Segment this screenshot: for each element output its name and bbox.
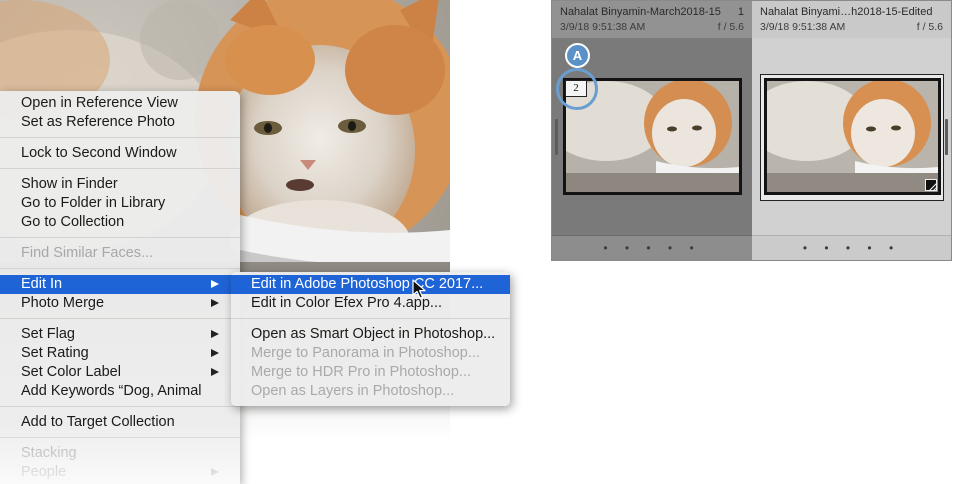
menu-separator xyxy=(0,437,240,438)
chevron-right-icon xyxy=(211,299,219,307)
edited-badge-icon xyxy=(925,179,938,192)
submenu-item-edit-in-color-efex[interactable]: Edit in Color Efex Pro 4.app... xyxy=(231,294,510,313)
menu-item-find-similar-faces: Find Similar Faces... xyxy=(0,244,240,263)
menu-separator xyxy=(0,137,240,138)
menu-item-label: Edit In xyxy=(21,276,63,292)
menu-item-photo-merge[interactable]: Photo Merge xyxy=(0,294,240,313)
menu-item-lock-to-second-window[interactable]: Lock to Second Window xyxy=(0,144,240,163)
menu-item-set-as-reference-photo[interactable]: Set as Reference Photo xyxy=(0,113,240,132)
menu-item-open-in-reference-view[interactable]: Open in Reference View xyxy=(0,94,240,113)
submenu-item-label: Edit in Adobe Photoshop CC 2017... xyxy=(251,276,484,292)
submenu-item-open-as-layers: Open as Layers in Photoshop... xyxy=(231,382,510,401)
submenu-item-merge-to-hdr-pro: Merge to HDR Pro in Photoshop... xyxy=(231,363,510,382)
menu-item-show-in-finder[interactable]: Show in Finder xyxy=(0,175,240,194)
chevron-right-icon xyxy=(211,368,219,376)
submenu-item-open-as-smart-object[interactable]: Open as Smart Object in Photoshop... xyxy=(231,325,510,344)
menu-item-label: Find Similar Faces... xyxy=(21,245,154,261)
menu-item-add-keywords[interactable]: Add Keywords “Dog, Animal xyxy=(0,382,240,401)
menu-item-label: Set Flag xyxy=(21,326,75,342)
menu-separator xyxy=(0,237,240,238)
menu-item-stacking: Stacking xyxy=(0,444,240,463)
chevron-right-icon xyxy=(211,280,219,288)
menu-item-edit-in[interactable]: Edit In xyxy=(0,275,240,294)
chevron-right-icon xyxy=(211,330,219,338)
menu-item-label: Go to Collection xyxy=(21,214,125,230)
menu-item-label: People xyxy=(21,464,67,480)
filmstrip-cell-original[interactable]: Nahalat Binyamin-March2018-15 1 3/9/18 9… xyxy=(552,1,752,260)
menu-item-label: Set Rating xyxy=(21,345,89,361)
menu-item-label: Show in Finder xyxy=(21,176,118,192)
menu-item-go-to-collection[interactable]: Go to Collection xyxy=(0,213,240,232)
menu-separator xyxy=(0,318,240,319)
menu-separator xyxy=(231,318,510,319)
resize-grip[interactable] xyxy=(945,119,948,155)
cell-header: Nahalat Binyami…h2018-15-Edited 3/9/18 9… xyxy=(752,1,951,38)
arrow-cursor-icon xyxy=(412,279,426,299)
submenu-item-label: Merge to HDR Pro in Photoshop... xyxy=(251,364,472,380)
menu-item-set-flag[interactable]: Set Flag xyxy=(0,325,240,344)
rating-dots[interactable]: • • • • • xyxy=(752,241,951,255)
rating-dots[interactable]: • • • • • xyxy=(552,241,752,255)
capture-date: 3/9/18 9:51:38 AM xyxy=(560,21,646,33)
filmstrip-panel: Nahalat Binyamin-March2018-15 1 3/9/18 9… xyxy=(551,0,952,261)
cell-index: 1 xyxy=(737,6,744,18)
menu-separator xyxy=(0,168,240,169)
chevron-right-icon xyxy=(211,349,219,357)
cell-footer: • • • • • xyxy=(552,235,752,260)
file-name: Nahalat Binyamin-March2018-15 xyxy=(560,6,721,18)
context-menu: Open in Reference View Set as Reference … xyxy=(0,91,240,484)
submenu-item-label: Open as Layers in Photoshop... xyxy=(251,383,455,399)
menu-separator xyxy=(0,268,240,269)
cell-footer: • • • • • xyxy=(752,235,951,260)
menu-item-label: Add Keywords “Dog, Animal xyxy=(21,383,202,399)
aperture: f / 5.6 xyxy=(916,21,943,33)
menu-separator xyxy=(0,406,240,407)
callout-label: A xyxy=(565,43,590,68)
submenu-item-label: Merge to Panorama in Photoshop... xyxy=(251,345,480,361)
menu-item-people: People xyxy=(0,463,240,482)
menu-item-set-color-label[interactable]: Set Color Label xyxy=(0,363,240,382)
edit-in-submenu: Edit in Adobe Photoshop CC 2017... Edit … xyxy=(231,272,510,406)
submenu-item-merge-to-panorama: Merge to Panorama in Photoshop... xyxy=(231,344,510,363)
menu-item-label: Go to Folder in Library xyxy=(21,195,166,211)
menu-item-set-rating[interactable]: Set Rating xyxy=(0,344,240,363)
menu-item-label: Stacking xyxy=(21,445,77,461)
submenu-item-edit-in-photoshop[interactable]: Edit in Adobe Photoshop CC 2017... xyxy=(231,275,510,294)
resize-grip[interactable] xyxy=(555,119,558,155)
submenu-item-label: Open as Smart Object in Photoshop... xyxy=(251,326,496,342)
menu-item-label: Add to Target Collection xyxy=(21,414,175,430)
aperture: f / 5.6 xyxy=(717,21,744,33)
capture-date: 3/9/18 9:51:38 AM xyxy=(760,21,846,33)
menu-item-add-to-target-collection[interactable]: Add to Target Collection xyxy=(0,413,240,432)
chevron-right-icon xyxy=(211,468,219,476)
menu-item-label: Set as Reference Photo xyxy=(21,114,175,130)
menu-item-label: Set Color Label xyxy=(21,364,121,380)
menu-item-go-to-folder-in-library[interactable]: Go to Folder in Library xyxy=(0,194,240,213)
menu-item-label: Photo Merge xyxy=(21,295,105,311)
menu-item-label: Open in Reference View xyxy=(21,95,178,111)
callout-ring xyxy=(556,68,598,110)
file-name: Nahalat Binyami…h2018-15-Edited xyxy=(760,6,933,18)
filmstrip-cell-edited[interactable]: Nahalat Binyami…h2018-15-Edited 3/9/18 9… xyxy=(752,1,951,260)
cell-header: Nahalat Binyamin-March2018-15 1 3/9/18 9… xyxy=(552,1,752,38)
thumbnail-edited[interactable] xyxy=(764,78,941,195)
menu-item-label: Lock to Second Window xyxy=(21,145,177,161)
